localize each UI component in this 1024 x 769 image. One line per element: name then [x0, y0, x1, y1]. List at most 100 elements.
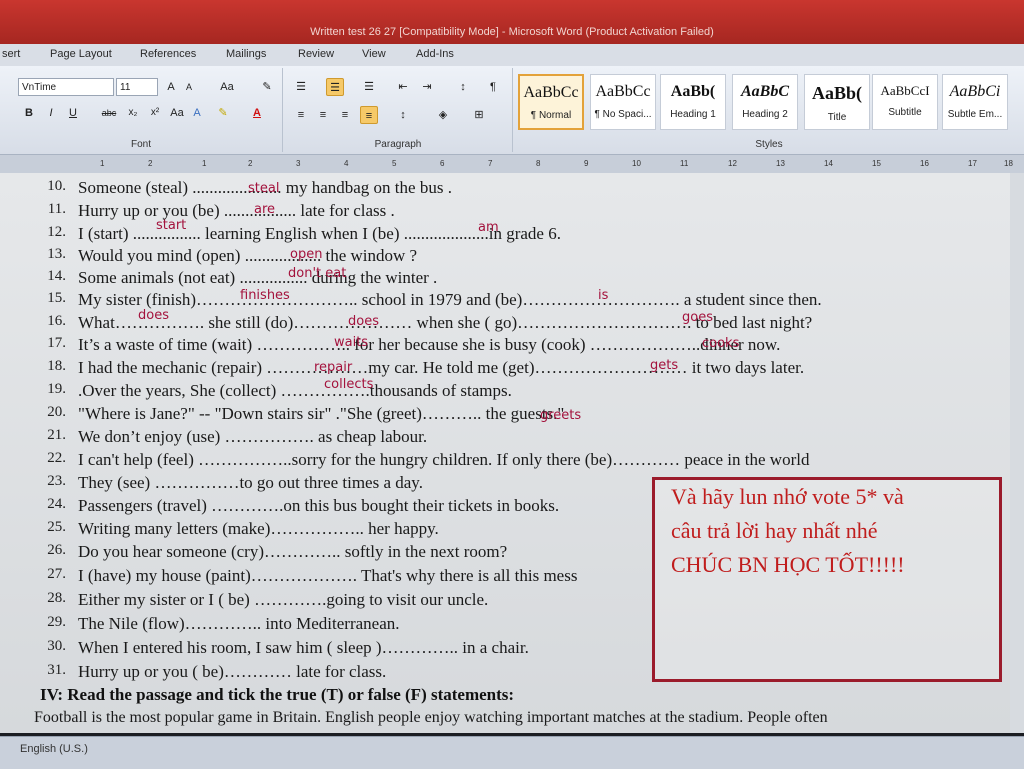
change-case-icon[interactable]: Aa	[218, 78, 236, 96]
question-text: Would you mind (open) ..................…	[78, 246, 418, 265]
style-title[interactable]: AaBb( Title	[804, 74, 870, 130]
style-subtitle[interactable]: AaBbCcI Subtitle	[872, 74, 938, 130]
text-effects-icon-2[interactable]: A	[188, 104, 206, 122]
style-name: ¶ No Spaci...	[594, 109, 652, 120]
line-number: 23.	[47, 473, 66, 489]
question-text: Writing many letters (make)…………….. her h…	[78, 519, 439, 538]
grow-font-icon[interactable]: A	[162, 78, 180, 96]
styles-group: AaBbCc ¶ Normal AaBbCc ¶ No Spaci... AaB…	[514, 68, 1024, 152]
style-sample: AaBbC	[740, 83, 789, 100]
window-title: Written test 26 27 [Compatibility Mode] …	[310, 26, 714, 38]
line-number: 24.	[47, 496, 66, 512]
ruler-tick: 2	[248, 159, 253, 168]
question-text: The Nile (flow)………….. into Mediterranean…	[78, 614, 400, 633]
question-text: My sister (finish)……………………….. school in …	[78, 290, 822, 309]
strikethrough-icon[interactable]: abc	[100, 104, 118, 122]
line-number: 22.	[47, 450, 66, 466]
answer-text: don't eat	[288, 266, 347, 281]
bold-icon[interactable]: B	[20, 104, 38, 122]
ruler-tick: 18	[1004, 159, 1013, 168]
highlight-icon[interactable]: ✎	[214, 104, 232, 122]
numbering-icon[interactable]: ☰	[326, 78, 344, 96]
paragraph-group-label: Paragraph	[374, 139, 422, 150]
style-heading-1[interactable]: AaBb( Heading 1	[660, 74, 726, 130]
question-text: Passengers (travel) ………….on this bus bou…	[78, 496, 560, 515]
line-number: 17.	[47, 335, 66, 351]
style-name: ¶ Normal	[530, 110, 572, 121]
ruler-tick: 12	[728, 159, 737, 168]
underline-icon[interactable]: U	[64, 104, 82, 122]
answer-text: are	[254, 202, 276, 217]
tab-references[interactable]: References	[140, 48, 196, 60]
status-bar: English (U.S.)	[0, 736, 1024, 769]
tab-view[interactable]: View	[362, 48, 386, 60]
style-subtle-emphasis[interactable]: AaBbCi Subtle Em...	[942, 74, 1008, 130]
tab-review[interactable]: Review	[298, 48, 334, 60]
tab-insert[interactable]: sert	[2, 48, 20, 60]
line-number: 12.	[47, 224, 66, 240]
question-text: I had the mechanic (repair) ………………my car…	[78, 358, 805, 377]
sort-icon[interactable]: ↕	[454, 78, 472, 96]
question-text: They (see) ……………to go out three times a …	[78, 473, 423, 492]
font-color-icon[interactable]: A	[248, 104, 266, 122]
line-number: 31.	[47, 662, 66, 678]
text-effects-icon[interactable]: Aa	[168, 104, 186, 122]
ruler-tick: 13	[776, 159, 785, 168]
show-formatting-icon[interactable]: ¶	[484, 78, 502, 96]
answer-text: cooks	[702, 336, 740, 351]
align-right-icon[interactable]: ≡	[336, 106, 354, 124]
italic-icon[interactable]: I	[42, 104, 60, 122]
answer-text: repair	[314, 360, 353, 375]
question-text: "Where is Jane?" -- "Down stairs sir" ."…	[78, 404, 565, 423]
tab-page-layout[interactable]: Page Layout	[50, 48, 112, 60]
line-number: 11.	[47, 201, 66, 217]
style-no-spacing[interactable]: AaBbCc ¶ No Spaci...	[590, 74, 656, 130]
font-size-box[interactable]: 11	[116, 78, 158, 96]
answer-text: finishes	[240, 288, 290, 303]
style-name: Title	[827, 112, 847, 123]
increase-indent-icon[interactable]: ⇥	[418, 78, 436, 96]
bullets-icon[interactable]: ☰	[292, 78, 310, 96]
align-left-icon[interactable]: ≡	[292, 106, 310, 124]
note-line: CHÚC BN HỌC TỐT!!!!!	[671, 552, 905, 577]
justify-icon[interactable]: ≡	[360, 106, 378, 124]
clear-format-icon[interactable]: ✎	[258, 78, 276, 96]
note-box: Và hãy lun nhớ vote 5* và câu trả lời ha…	[652, 477, 1002, 682]
line-number: 25.	[47, 519, 66, 535]
passage-text: Football is the most popular game in Bri…	[34, 709, 828, 726]
multilevel-list-icon[interactable]: ☰	[360, 78, 378, 96]
ruler-tick: 2	[148, 159, 153, 168]
decrease-indent-icon[interactable]: ⇤	[394, 78, 412, 96]
language-indicator[interactable]: English (U.S.)	[20, 743, 88, 755]
answer-text: is	[598, 288, 609, 303]
answer-text: goes	[682, 310, 713, 325]
style-sample: AaBbCi	[949, 83, 1001, 100]
styles-group-label: Styles	[755, 139, 783, 150]
shading-icon[interactable]: ◈	[434, 106, 452, 124]
style-sample: AaBbCc	[523, 84, 579, 101]
ruler-tick: 1	[202, 159, 207, 168]
style-name: Heading 2	[742, 109, 788, 120]
style-heading-2[interactable]: AaBbC Heading 2	[732, 74, 798, 130]
line-number: 15.	[47, 290, 66, 306]
line-spacing-icon[interactable]: ↕	[394, 106, 412, 124]
answer-text: collects	[324, 377, 374, 392]
tab-mailings[interactable]: Mailings	[226, 48, 266, 60]
font-name-box[interactable]: VnTime	[18, 78, 114, 96]
superscript-icon[interactable]: x²	[146, 104, 164, 122]
line-number: 29.	[47, 614, 66, 630]
vertical-scrollbar[interactable]	[1010, 173, 1024, 733]
subscript-icon[interactable]: x₂	[124, 104, 142, 122]
line-number: 14.	[47, 268, 66, 284]
borders-icon[interactable]: ⊞	[470, 106, 488, 124]
question-text: Some animals (not eat) ................ …	[78, 268, 438, 287]
question-text: It’s a waste of time (wait) …………….. for …	[78, 335, 781, 354]
answer-text: does	[138, 308, 169, 323]
horizontal-ruler[interactable]: 1 2 1 2 3 4 5 6 7 8 9 10 11 12 13 14 15 …	[0, 155, 1024, 174]
tab-add-ins[interactable]: Add-Ins	[416, 48, 454, 60]
style-normal[interactable]: AaBbCc ¶ Normal	[518, 74, 584, 130]
ruler-tick: 6	[440, 159, 445, 168]
shrink-font-icon[interactable]: A	[180, 78, 198, 96]
align-center-icon[interactable]: ≡	[314, 106, 332, 124]
ribbon-tabs: sert Page Layout References Mailings Rev…	[0, 44, 1024, 67]
